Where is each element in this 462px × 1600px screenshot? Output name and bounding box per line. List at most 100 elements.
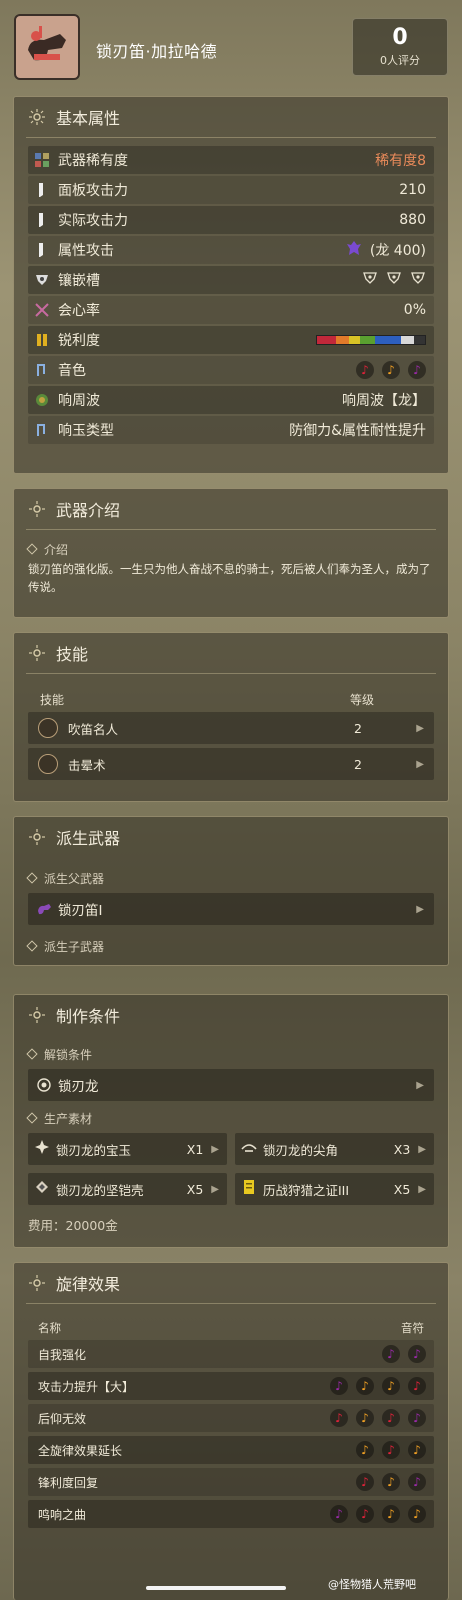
attribute-value-text: 210	[399, 182, 426, 198]
music-note-icon: ♪	[408, 1473, 426, 1491]
attribute-label: 实际攻击力	[58, 213, 128, 229]
music-note-icon: ♪	[330, 1409, 348, 1427]
intro-header: 武器介绍	[14, 489, 448, 529]
attribute-row: 镶嵌槽	[28, 266, 434, 294]
material-quantity: X1	[186, 1141, 204, 1157]
melody-row: 锋利度回复 ♪ ♪ ♪	[28, 1468, 434, 1496]
craft-cost: 费用：20000金	[28, 1218, 118, 1233]
attribute-value-text: 0%	[403, 302, 426, 318]
attribute-value: 稀有度8	[375, 150, 426, 170]
horn-icon	[241, 1139, 257, 1159]
rarity-grid-icon	[34, 152, 50, 168]
music-note-icon: ♪	[408, 1505, 426, 1523]
skill-col-name: 技能	[40, 692, 65, 707]
skills-title: 技能	[56, 645, 89, 664]
parent-weapon-label: 派生父武器	[44, 871, 105, 886]
slot-1-icon	[410, 271, 426, 289]
certificate-icon	[241, 1179, 257, 1199]
material-item[interactable]: 锁刃龙的宝玉 X1 ▶	[28, 1133, 227, 1165]
melody-row: 鸣响之曲 ♪ ♪ ♪ ♪	[28, 1500, 434, 1528]
parent-weapon-subheading: 派生父武器	[14, 867, 448, 889]
attribute-row: 武器稀有度 稀有度8	[28, 146, 434, 174]
material-item[interactable]: 锁刃龙的尖角 X3 ▶	[235, 1133, 434, 1165]
attribute-value	[316, 335, 426, 345]
attribute-value-text: 880	[399, 212, 426, 228]
skill-col-level: 等级	[350, 692, 375, 707]
music-note-icon: ♪	[330, 1505, 348, 1523]
material-name: 锁刃龙的尖角	[263, 1142, 339, 1158]
melody-name: 攻击力提升【大】	[38, 1379, 135, 1394]
rating-label: 0人评分	[380, 54, 420, 67]
music-note-icon: ♪	[382, 1345, 400, 1363]
music-note-icon: ♪	[356, 1441, 374, 1459]
melody-notes: ♪ ♪ ♪	[356, 1441, 426, 1459]
slot-icon	[34, 272, 50, 288]
skill-level: 2	[354, 720, 362, 736]
skills-header: 技能	[14, 633, 448, 673]
attributes-card: 基本属性 武器稀有度 稀有度8 面板攻击力 210 实际攻击力 880 属性攻击 (龙 400…	[13, 96, 449, 474]
blade-icon	[34, 182, 50, 198]
melody-name: 鸣响之曲	[38, 1507, 87, 1522]
attribute-row: 响玉类型 防御力&属性耐性提升	[28, 416, 434, 444]
intro-text: 锁刃笛的强化版。一生只为他人奋战不息的骑士，死后被人们奉为圣人，成为了传说。	[28, 562, 431, 594]
music-note-icon: ♪	[408, 1345, 426, 1363]
materials-subheading: 生产素材	[14, 1107, 448, 1129]
hunting-horn-small-icon	[38, 904, 51, 915]
material-quantity: X5	[186, 1181, 204, 1197]
melody-name: 自我强化	[38, 1347, 87, 1362]
attribute-row: 属性攻击 (龙 400)	[28, 236, 434, 264]
attributes-header: 基本属性	[14, 97, 448, 137]
echo-wave-icon	[34, 392, 50, 408]
music-note-icon: ♪	[408, 1409, 426, 1427]
sharpness-segment	[360, 336, 376, 344]
materials-label: 生产素材	[44, 1111, 93, 1126]
materials-grid: 锁刃龙的宝玉 X1 ▶ 锁刃龙的尖角 X3 ▶ 锁刃龙的坚铠壳 X5 ▶ 历战狩猎之证III X5 ▶	[28, 1133, 434, 1205]
melody-notes: ♪ ♪ ♪ ♪	[330, 1505, 426, 1523]
dragon-element-icon	[346, 240, 362, 260]
melody-row: 全旋律效果延长 ♪ ♪ ♪	[28, 1436, 434, 1464]
unlock-monster: 锁刃龙	[58, 1079, 99, 1095]
home-indicator[interactable]	[146, 1586, 286, 1590]
attribute-label: 音色	[58, 363, 86, 379]
music-note-icon: ♪	[382, 361, 400, 379]
sharpness-segment	[317, 336, 337, 344]
shell-icon	[34, 1179, 50, 1199]
craft-card: 制作条件 解锁条件 锁刃龙 ▶ 生产素材 锁刃龙的宝玉 X1 ▶ 锁刃龙的尖角 X3 ▶ 锁…	[13, 994, 449, 1248]
intro-sub-label: 介绍	[44, 542, 69, 557]
material-item[interactable]: 锁刃龙的坚铠壳 X5 ▶	[28, 1173, 227, 1205]
unlock-row[interactable]: 锁刃龙 ▶	[28, 1069, 434, 1101]
parent-weapon-row[interactable]: 锁刃笛I ▶	[28, 893, 434, 925]
attribute-value-text: 稀有度8	[375, 153, 426, 169]
melody-notes: ♪ ♪ ♪	[356, 1473, 426, 1491]
unlock-subheading: 解锁条件	[14, 1043, 448, 1065]
attribute-row: 会心率 0%	[28, 296, 434, 324]
music-note-icon: ♪	[408, 1377, 426, 1395]
unlock-label: 解锁条件	[44, 1047, 93, 1062]
material-name: 锁刃龙的坚铠壳	[56, 1182, 144, 1198]
skill-row[interactable]: 吹笛名人 2 ▶	[28, 712, 434, 744]
attribute-label: 会心率	[58, 303, 100, 319]
chevron-right-icon: ▶	[416, 903, 424, 915]
music-note-icon: ♪	[382, 1505, 400, 1523]
attribute-row: 面板攻击力 210	[28, 176, 434, 204]
rating-button[interactable]: 0 0人评分	[352, 18, 448, 76]
attribute-value-text: 防御力&属性耐性提升	[289, 423, 426, 439]
attribute-value: 210	[399, 182, 426, 198]
derive-card: 派生武器 派生父武器 锁刃笛I ▶ 派生子武器	[13, 816, 449, 966]
sharpness-segment	[349, 336, 361, 344]
attribute-row: 锐利度	[28, 326, 434, 354]
music-note-icon: ♪	[356, 1473, 374, 1491]
melody-name: 全旋律效果延长	[38, 1443, 123, 1458]
melody-col-name: 名称	[38, 1321, 61, 1335]
attributes-title: 基本属性	[56, 109, 121, 128]
diamond-icon	[26, 1048, 38, 1060]
music-note-icon: ♪	[382, 1441, 400, 1459]
melody-title: 旋律效果	[56, 1275, 121, 1294]
rating-count: 0	[392, 25, 408, 50]
skills-table-header: 技能 等级	[14, 686, 448, 712]
skill-row[interactable]: 击晕术 2 ▶	[28, 748, 434, 780]
chevron-right-icon: ▶	[416, 722, 424, 734]
attribute-label: 面板攻击力	[58, 183, 128, 199]
material-item[interactable]: 历战狩猎之证III X5 ▶	[235, 1173, 434, 1205]
sun-emblem-icon	[29, 645, 45, 661]
